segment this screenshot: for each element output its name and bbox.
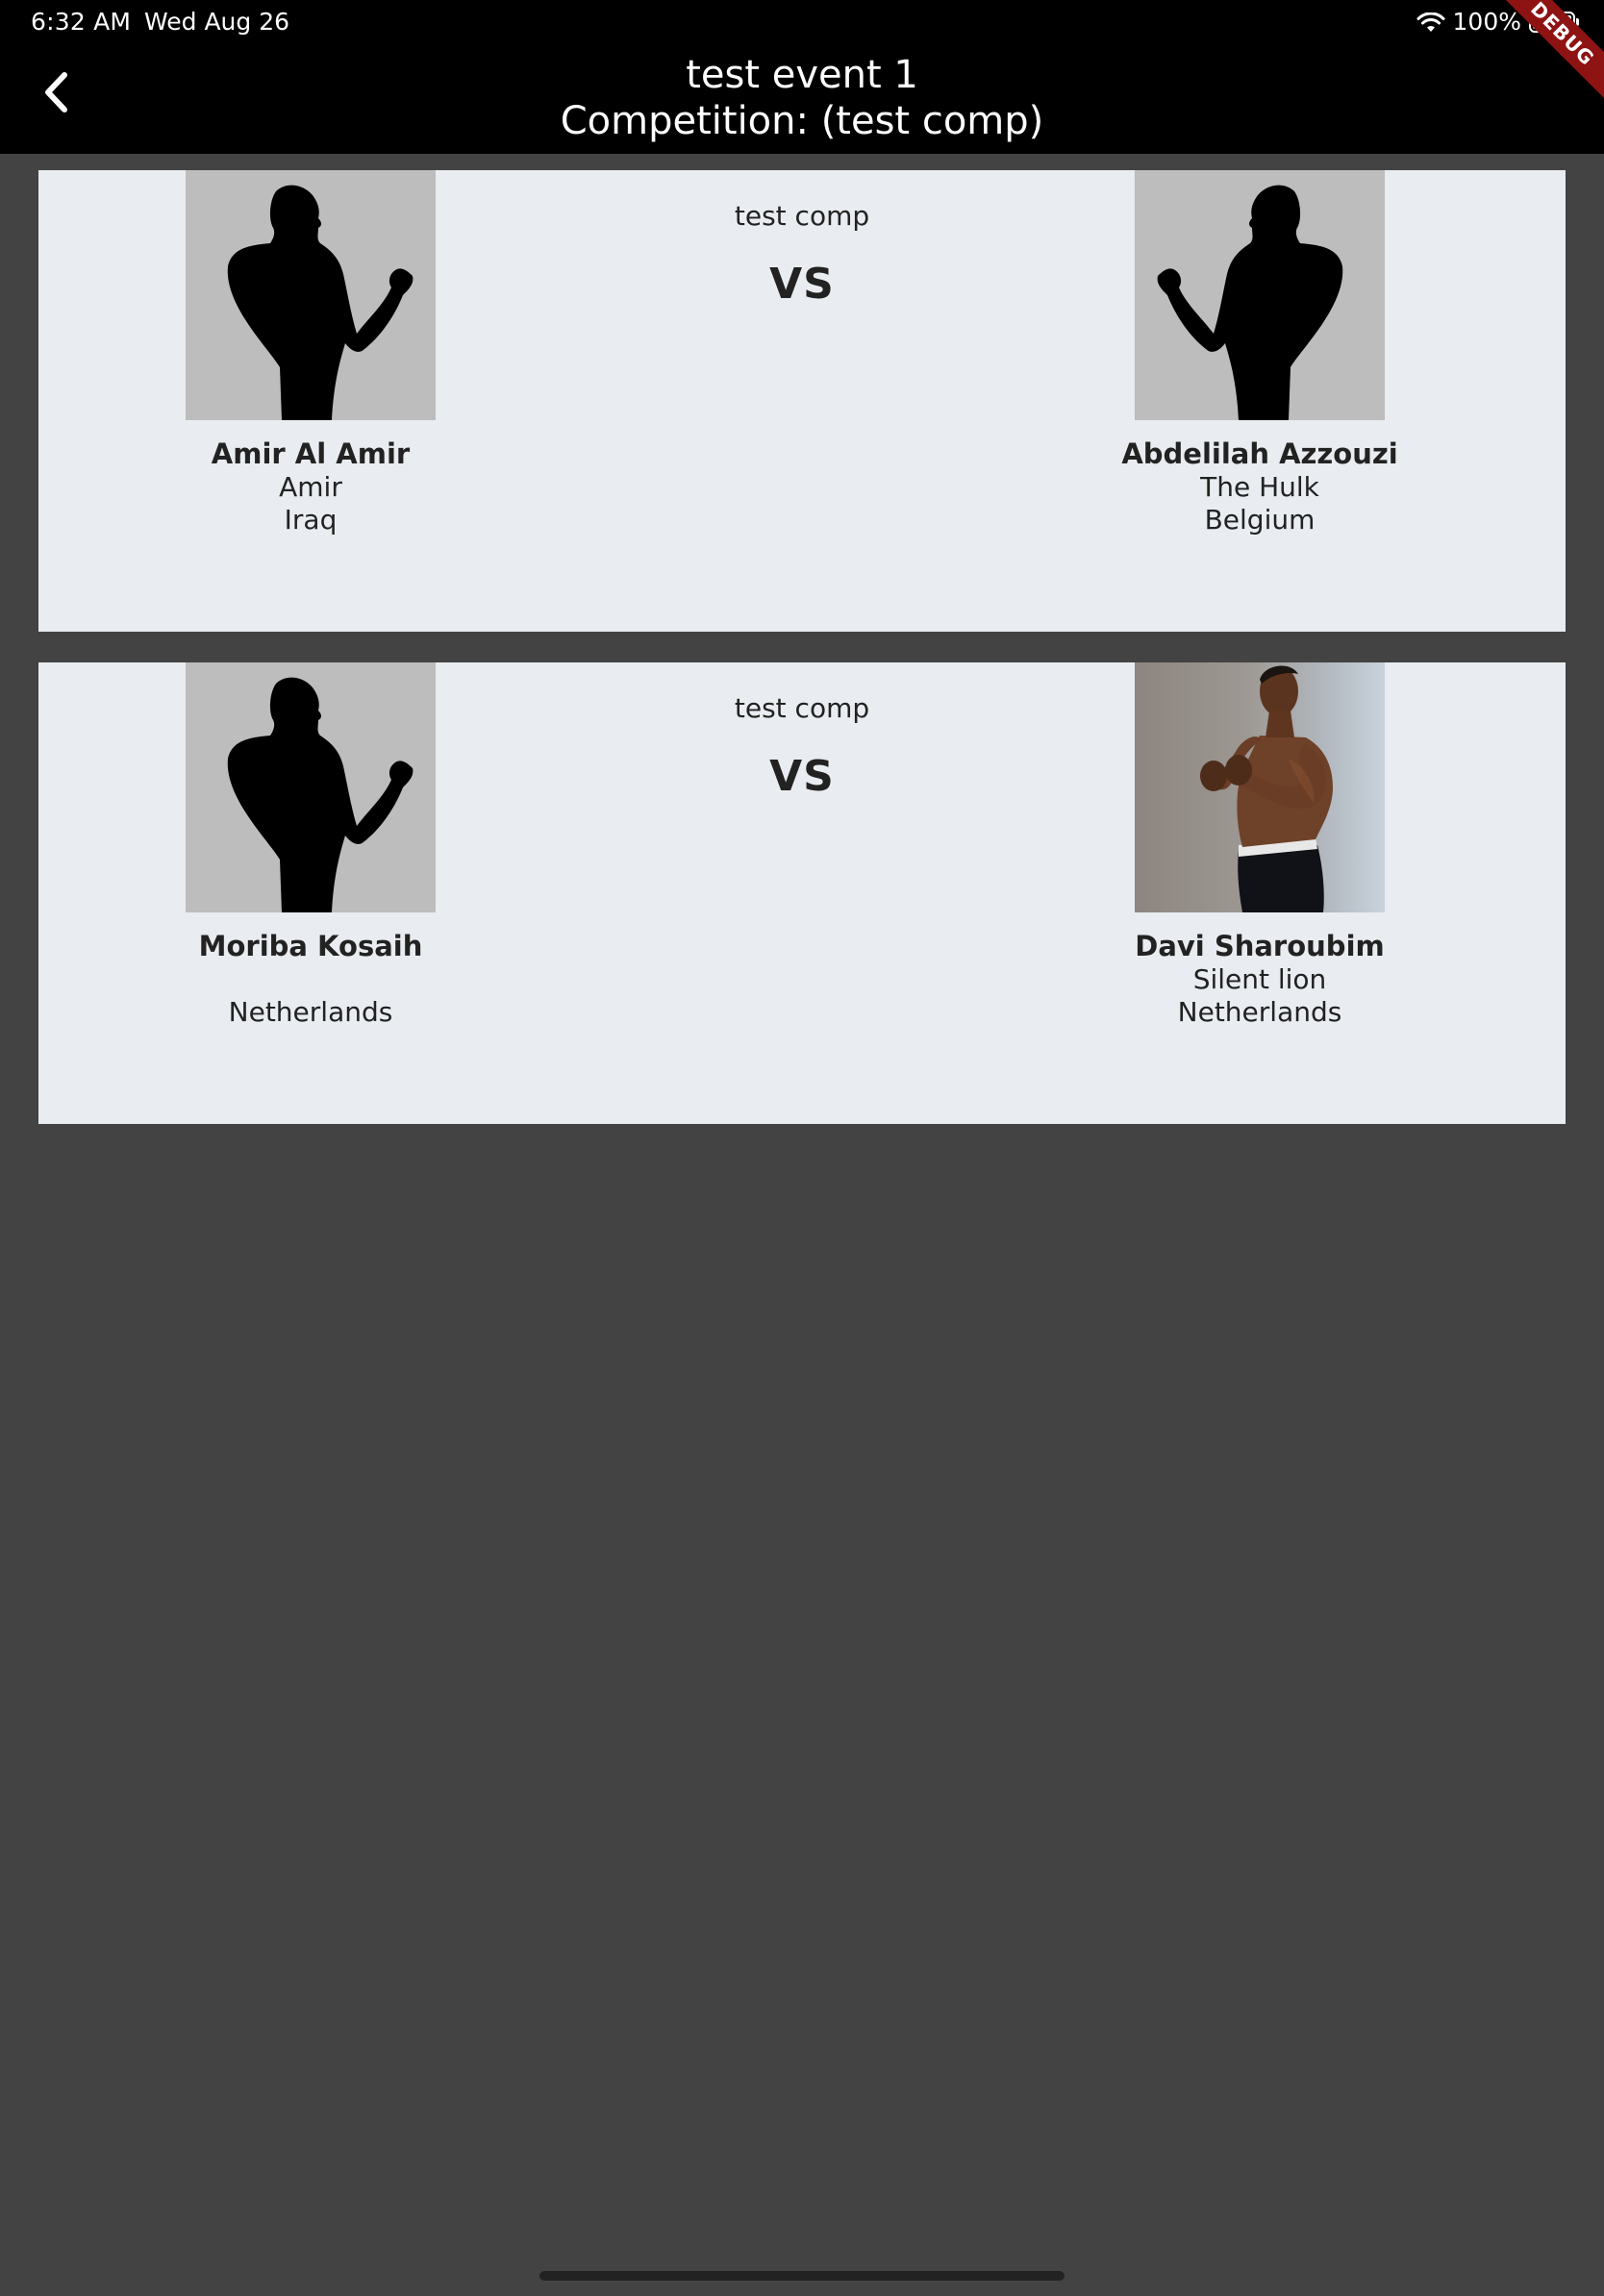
fighter-country: Iraq (284, 504, 338, 536)
fighter-name: Davi Sharoubim (1135, 930, 1385, 962)
fighter-photo (1135, 170, 1385, 420)
fighter-country: Netherlands (228, 996, 393, 1028)
fighter-name: Abdelilah Azzouzi (1121, 437, 1398, 470)
fighter-silhouette-icon (1157, 185, 1343, 420)
fighter-photo (1135, 662, 1385, 912)
fighter-right[interactable]: Abdelilah Azzouzi The Hulk Belgium (1077, 170, 1442, 537)
fighter-nickname (128, 963, 493, 996)
fighter-name: Amir Al Amir (211, 437, 411, 470)
fighter-nickname: Silent lion (1192, 963, 1327, 995)
home-indicator[interactable] (539, 2271, 1065, 2281)
fighter-nickname: Amir (279, 471, 342, 503)
match-card[interactable]: Amir Al Amir Amir Iraq test comp VS Abde… (38, 170, 1566, 632)
match-card[interactable]: Moriba Kosaih Netherlands test comp VS D… (38, 662, 1566, 1124)
status-date: Wed Aug 26 (144, 8, 290, 36)
wifi-icon (1416, 12, 1445, 33)
fighter-name: Moriba Kosaih (198, 930, 423, 962)
fighter-photo-image (1200, 665, 1333, 912)
fighter-nickname: The Hulk (1200, 471, 1319, 503)
fighter-country: Belgium (1204, 504, 1316, 536)
battery-percent: 100% (1452, 8, 1521, 36)
app-bar-title: test event 1 Competition: (test comp) (0, 52, 1604, 144)
status-time: 6:32 AM (31, 8, 132, 36)
event-title: test event 1 (686, 53, 918, 97)
app-root: 6:32 AM Wed Aug 26 100% test event 1 Com… (0, 0, 1604, 2296)
top-bar: 6:32 AM Wed Aug 26 100% test event 1 Com… (0, 0, 1604, 154)
fighter-country: Netherlands (1177, 996, 1342, 1028)
fighter-right[interactable]: Davi Sharoubim Silent lion Netherlands (1077, 662, 1442, 1029)
competition-subtitle: Competition: (test comp) (560, 99, 1044, 143)
